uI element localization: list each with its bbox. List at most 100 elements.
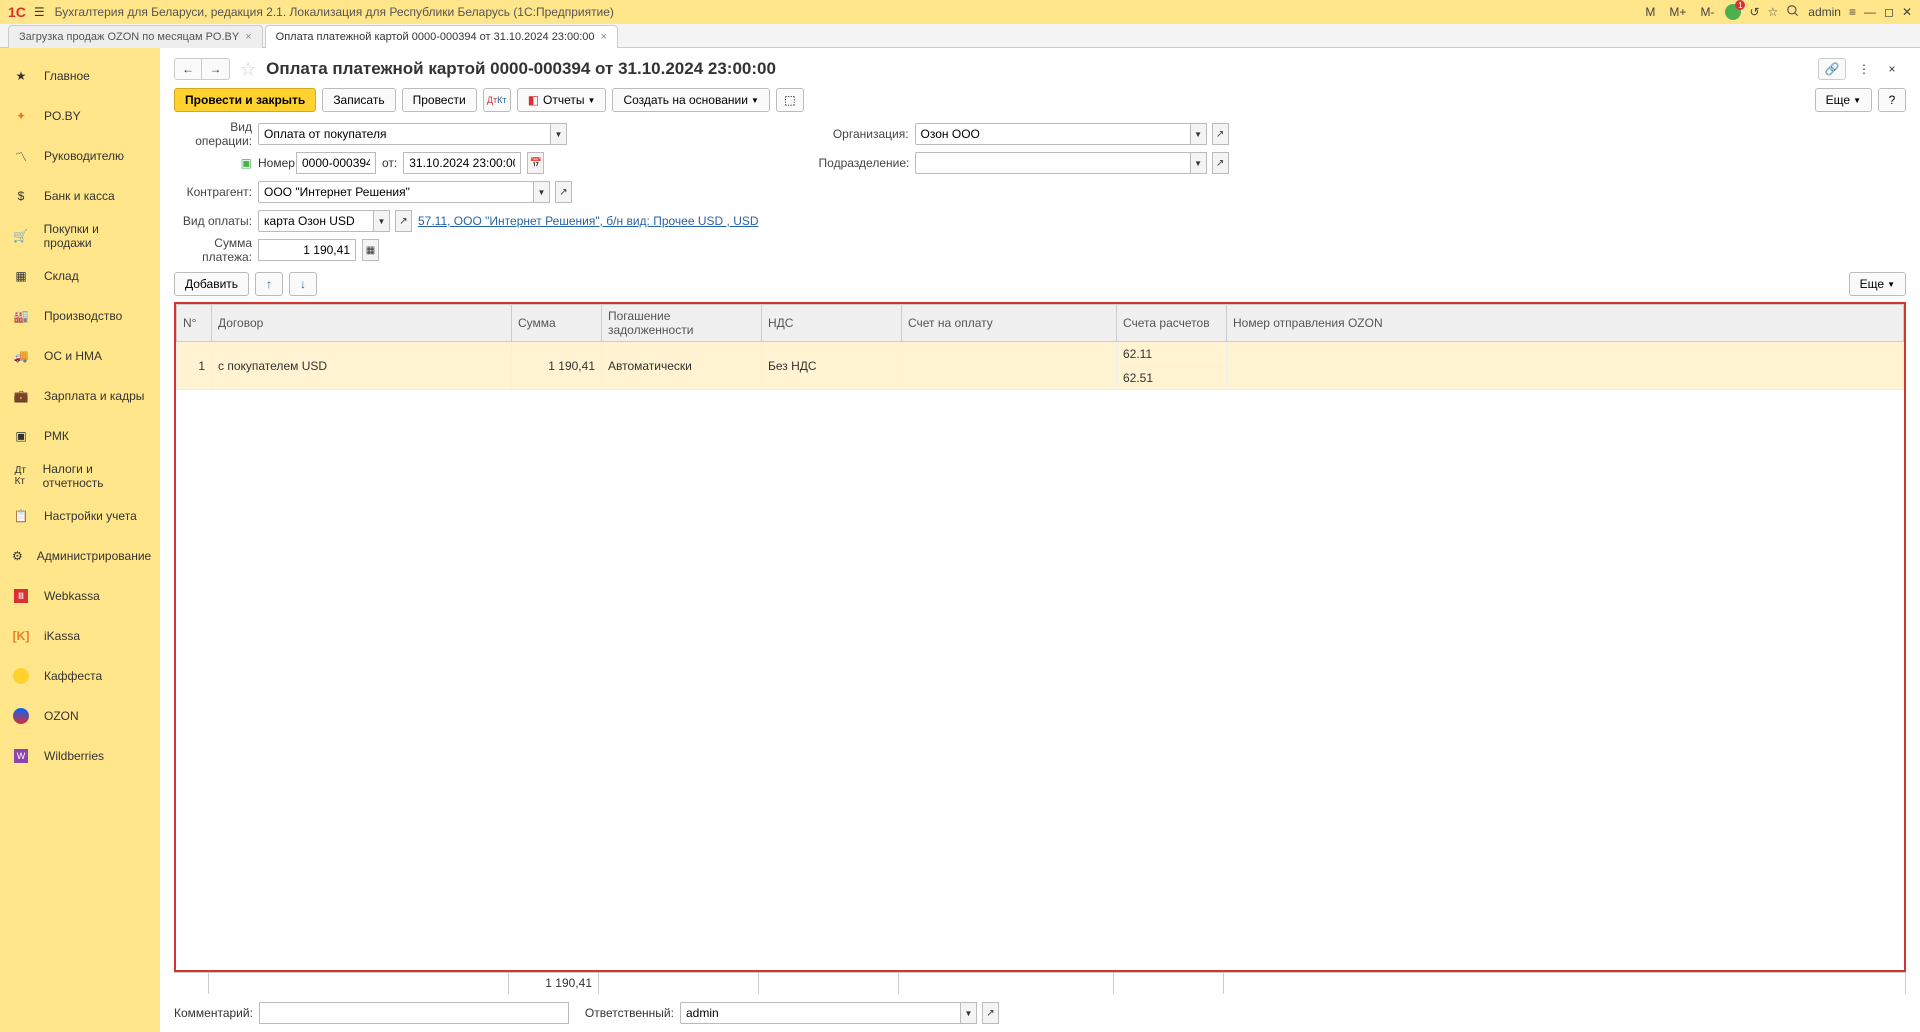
gear-icon: ⚙	[12, 547, 23, 565]
history-icon[interactable]: ↺	[1749, 5, 1759, 19]
content-area: ← → ☆ Оплата платежной картой 0000-00039…	[160, 48, 1920, 1032]
document-title: Оплата платежной картой 0000-000394 от 3…	[266, 59, 776, 79]
more-button[interactable]: Еще ▼	[1815, 88, 1872, 112]
calendar-icon[interactable]: 📅	[527, 152, 544, 174]
maximize-icon[interactable]: ◻	[1884, 5, 1894, 19]
sidebar-item-manager[interactable]: 〽Руководителю	[0, 136, 160, 176]
col-sum[interactable]: Сумма	[512, 305, 602, 342]
save-button[interactable]: Записать	[322, 88, 395, 112]
sidebar-item-sales[interactable]: 🛒Покупки и продажи	[0, 216, 160, 256]
search-icon[interactable]	[1786, 4, 1800, 21]
m-minus-button[interactable]: M-	[1697, 5, 1717, 19]
doc-icon: ДтКт	[12, 467, 29, 485]
more-vertical-icon[interactable]: ⋮	[1850, 58, 1878, 80]
counterparty-input[interactable]	[258, 181, 533, 203]
sidebar-item-assets[interactable]: 🚚ОС и НМА	[0, 336, 160, 376]
close-icon[interactable]: ✕	[1902, 5, 1912, 19]
ozon-icon	[12, 707, 30, 725]
dropdown-icon[interactable]: ▼	[550, 123, 567, 145]
settings-icon[interactable]: ≡	[1849, 5, 1856, 19]
dropdown-icon[interactable]: ▼	[1190, 152, 1207, 174]
open-icon[interactable]: ↗	[555, 181, 572, 203]
help-button[interactable]: ?	[1878, 88, 1906, 112]
minimize-icon[interactable]: —	[1864, 5, 1876, 19]
sidebar-item-warehouse[interactable]: ▦Склад	[0, 256, 160, 296]
post-and-close-button[interactable]: Провести и закрыть	[174, 88, 316, 112]
sidebar-item-wildberries[interactable]: WWildberries	[0, 736, 160, 776]
sidebar-item-production[interactable]: 🏭Производство	[0, 296, 160, 336]
sidebar-item-webkassa[interactable]: ⅢWebkassa	[0, 576, 160, 616]
open-icon[interactable]: ↗	[982, 1002, 999, 1024]
account-link[interactable]: 57.11, ООО "Интернет Решения", б/н вид: …	[418, 214, 759, 228]
structure-icon[interactable]: ⬚	[776, 88, 804, 112]
dtkt-button[interactable]: ДтКт	[483, 88, 511, 112]
sidebar-item-salary[interactable]: 💼Зарплата и кадры	[0, 376, 160, 416]
move-down-button[interactable]: ↓	[289, 272, 317, 296]
sidebar-item-main[interactable]: ★Главное	[0, 56, 160, 96]
sidebar-item-kaffesta[interactable]: Каффеста	[0, 656, 160, 696]
link-icon[interactable]: 🔗	[1818, 58, 1846, 80]
move-up-button[interactable]: ↑	[255, 272, 283, 296]
org-input[interactable]	[915, 123, 1190, 145]
col-contract[interactable]: Договор	[212, 305, 512, 342]
table-row[interactable]: 1 с покупателем USD 1 190,41 Автоматичес…	[177, 342, 1904, 366]
division-input[interactable]	[915, 152, 1190, 174]
date-input[interactable]	[403, 152, 521, 174]
m-button[interactable]: M	[1642, 5, 1658, 19]
col-num[interactable]: N°	[177, 305, 212, 342]
notification-badge-icon[interactable]	[1725, 4, 1741, 20]
comment-input[interactable]	[259, 1002, 569, 1024]
col-repay[interactable]: Погашение задолженности	[602, 305, 762, 342]
reports-button[interactable]: ◧Отчеты ▼	[517, 88, 607, 112]
number-label: Номер:	[258, 156, 290, 170]
back-button[interactable]: ←	[174, 58, 202, 80]
add-button[interactable]: Добавить	[174, 272, 249, 296]
sidebar-item-poby[interactable]: ✦PO.BY	[0, 96, 160, 136]
close-doc-icon[interactable]: ×	[1878, 58, 1906, 80]
open-icon[interactable]: ↗	[1212, 123, 1229, 145]
star-icon[interactable]: ☆	[240, 59, 256, 80]
col-accounts[interactable]: Счета расчетов	[1117, 305, 1227, 342]
tab-ozon-loading[interactable]: Загрузка продаж OZON по месяцам PO.BY ×	[8, 25, 263, 48]
dropdown-icon[interactable]: ▼	[373, 210, 390, 232]
dropdown-icon[interactable]: ▼	[960, 1002, 977, 1024]
dropdown-icon[interactable]: ▼	[533, 181, 550, 203]
col-invoice[interactable]: Счет на оплату	[902, 305, 1117, 342]
col-ozon[interactable]: Номер отправления OZON	[1227, 305, 1904, 342]
payment-type-input[interactable]	[258, 210, 373, 232]
calc-icon[interactable]: ▦	[362, 239, 379, 261]
sidebar-item-bank[interactable]: $Банк и касса	[0, 176, 160, 216]
sidebar-item-ozon[interactable]: OZON	[0, 696, 160, 736]
dropdown-icon[interactable]: ▼	[1190, 123, 1207, 145]
star-icon: ★	[12, 67, 30, 85]
sidebar-item-admin[interactable]: ⚙Администрирование	[0, 536, 160, 576]
more-table-button[interactable]: Еще ▼	[1849, 272, 1906, 296]
app-title: Бухгалтерия для Беларуси, редакция 2.1. …	[55, 5, 1643, 19]
number-input[interactable]	[296, 152, 376, 174]
favorite-icon[interactable]: ☆	[1768, 5, 1779, 19]
open-icon[interactable]: ↗	[1212, 152, 1229, 174]
briefcase-icon: 💼	[12, 387, 30, 405]
col-nds[interactable]: НДС	[762, 305, 902, 342]
sum-label: Сумма платежа:	[174, 236, 252, 264]
op-type-input[interactable]	[258, 123, 550, 145]
create-based-button[interactable]: Создать на основании ▼	[612, 88, 769, 112]
tab-close-icon[interactable]: ×	[245, 31, 251, 43]
footer-sum: 1 190,41	[509, 973, 599, 994]
sidebar-item-taxes[interactable]: ДтКтНалоги и отчетность	[0, 456, 160, 496]
sidebar-item-rmk[interactable]: ▣РМК	[0, 416, 160, 456]
forward-button[interactable]: →	[202, 58, 230, 80]
sidebar-item-settings[interactable]: 📋Настройки учета	[0, 496, 160, 536]
tab-payment-card[interactable]: Оплата платежной картой 0000-000394 от 3…	[265, 25, 618, 48]
top-bar: 1C ☰ Бухгалтерия для Беларуси, редакция …	[0, 0, 1920, 24]
menu-icon[interactable]: ☰	[34, 5, 45, 19]
open-icon[interactable]: ↗	[395, 210, 412, 232]
counterparty-label: Контрагент:	[174, 185, 252, 199]
tab-close-icon[interactable]: ×	[601, 31, 607, 43]
post-button[interactable]: Провести	[402, 88, 477, 112]
responsible-input[interactable]	[680, 1002, 960, 1024]
user-label[interactable]: admin	[1808, 5, 1841, 19]
m-plus-button[interactable]: M+	[1666, 5, 1689, 19]
sidebar-item-ikassa[interactable]: [K]iKassa	[0, 616, 160, 656]
sum-input[interactable]	[258, 239, 356, 261]
